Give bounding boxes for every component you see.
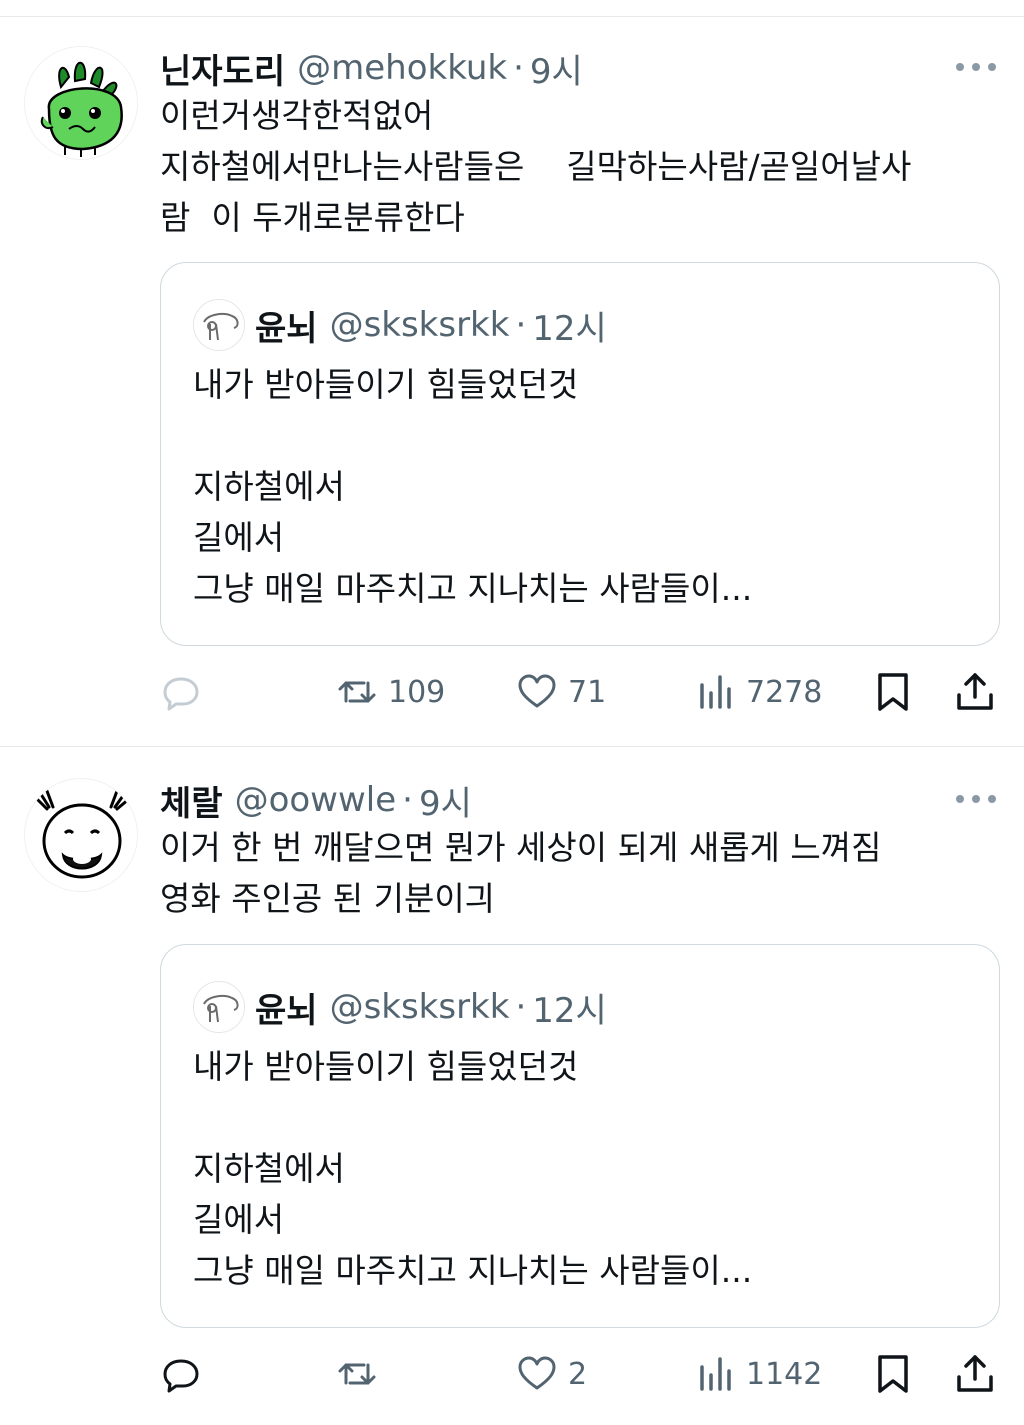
share-icon	[957, 1355, 993, 1392]
share-button[interactable]	[954, 1348, 996, 1400]
views-count: 1142	[746, 1356, 823, 1392]
bookmark-icon	[878, 673, 908, 711]
quoted-tweet-header: 윤뇌 @sksksrkk · 12시	[193, 299, 607, 351]
doodle-face-avatar-icon	[25, 779, 137, 891]
quoted-avatar	[193, 299, 245, 351]
views-button[interactable]: 1142	[694, 1348, 822, 1400]
timestamp[interactable]: 9시	[419, 776, 472, 825]
quoted-display-name: 윤뇌	[255, 308, 318, 349]
reply-icon	[163, 1359, 199, 1393]
tweet-text: 이거 한 번 깨달으면 뭔가 세상이 되게 새롭게 느껴짐 영화 주인공 된 기…	[160, 828, 882, 918]
share-button[interactable]	[954, 666, 996, 718]
tweet-text: 이런거생각한적없어 지하철에서만나는사람들은 길막하는사람/곧일어날사 람 이 …	[160, 96, 912, 237]
quoted-tweet[interactable]: 윤뇌 @sksksrkk · 12시 내가 받아들이기 힘들었던것 지하철에서 …	[160, 262, 1000, 646]
share-icon	[957, 673, 993, 710]
tweet-header: 닌자도리 @mehokkuk · 9시	[160, 44, 583, 92]
display-name[interactable]: 체랄	[160, 776, 223, 825]
action-bar: 2 1142	[160, 1348, 1010, 1400]
sketch-avatar-icon	[194, 300, 244, 350]
tweet[interactable]: 닌자도리 @mehokkuk · 9시 이런거생각한적없어 지하철에서만나는사람…	[0, 44, 1024, 724]
like-count: 71	[568, 674, 607, 710]
quoted-display-name: 윤뇌	[255, 990, 318, 1031]
top-divider	[0, 16, 1024, 17]
display-name[interactable]: 닌자도리	[160, 44, 285, 93]
action-bar: 109 71 7278	[160, 666, 1010, 718]
timestamp[interactable]: 9시	[530, 44, 583, 93]
separator-dot: ·	[515, 305, 527, 345]
quoted-tweet-header: 윤뇌 @sksksrkk · 12시	[193, 981, 607, 1033]
tweet-header: 체랄 @oowwle · 9시	[160, 776, 472, 824]
retweet-icon	[338, 1363, 376, 1385]
quoted-user-handle: @sksksrkk	[329, 305, 510, 345]
user-handle[interactable]: @oowwle	[235, 780, 397, 820]
views-icon	[700, 675, 731, 709]
retweet-count: 109	[388, 674, 446, 710]
sketch-avatar-icon	[194, 982, 244, 1032]
separator-dot: ·	[513, 48, 524, 88]
views-count: 7278	[746, 674, 823, 710]
bookmark-button[interactable]	[872, 1348, 914, 1400]
separator-dot: ·	[515, 987, 527, 1027]
tweet-divider	[0, 746, 1024, 747]
bookmark-icon	[878, 1355, 908, 1393]
retweet-button[interactable]	[336, 1348, 388, 1400]
heart-icon	[518, 674, 556, 708]
tweet[interactable]: 체랄 @oowwle · 9시 이거 한 번 깨달으면 뭔가 세상이 되게 새롭…	[0, 776, 1024, 1416]
like-button[interactable]: 71	[516, 666, 606, 718]
more-dots-icon[interactable]	[956, 784, 996, 814]
user-handle[interactable]: @mehokkuk	[297, 48, 507, 88]
quoted-avatar	[193, 981, 245, 1033]
quoted-timestamp: 12시	[532, 308, 607, 349]
like-button[interactable]: 2	[516, 1348, 587, 1400]
reply-button[interactable]	[160, 1348, 212, 1400]
separator-dot: ·	[402, 780, 413, 820]
green-creature-avatar-icon	[25, 47, 137, 159]
avatar[interactable]	[24, 46, 138, 160]
views-button[interactable]: 7278	[694, 666, 822, 718]
retweet-button[interactable]: 109	[336, 666, 445, 718]
heart-icon	[518, 1356, 556, 1390]
more-dots-icon[interactable]	[956, 52, 996, 82]
quoted-user-handle: @sksksrkk	[329, 987, 510, 1027]
quoted-tweet[interactable]: 윤뇌 @sksksrkk · 12시 내가 받아들이기 힘들었던것 지하철에서 …	[160, 944, 1000, 1328]
quoted-tweet-text: 내가 받아들이기 힘들었던것 지하철에서 길에서 그냥 매일 마주치고 지나치는…	[193, 1047, 753, 1290]
quoted-timestamp: 12시	[532, 990, 607, 1031]
retweet-icon	[338, 681, 376, 703]
quoted-tweet-text: 내가 받아들이기 힘들었던것 지하철에서 길에서 그냥 매일 마주치고 지나치는…	[193, 365, 753, 608]
reply-icon	[163, 677, 199, 711]
reply-button[interactable]	[160, 666, 212, 718]
avatar[interactable]	[24, 778, 138, 892]
views-icon	[700, 1357, 731, 1391]
like-count: 2	[568, 1356, 588, 1392]
bookmark-button[interactable]	[872, 666, 914, 718]
